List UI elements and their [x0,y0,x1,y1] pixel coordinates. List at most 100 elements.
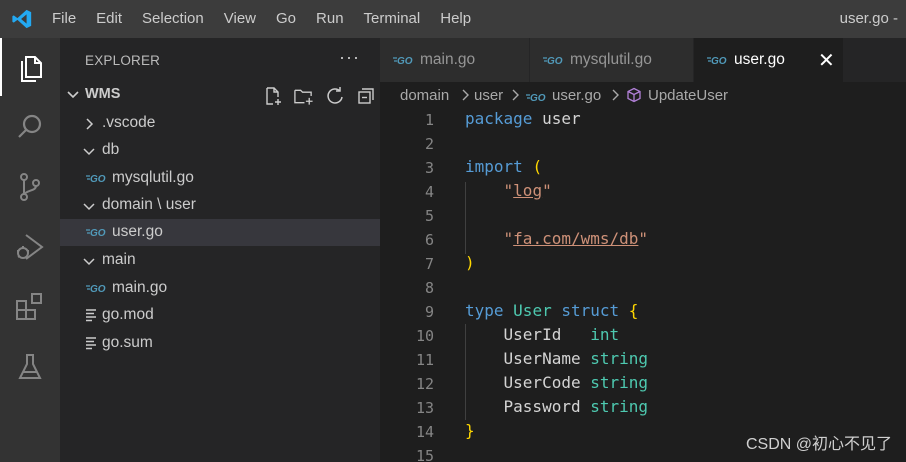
breadcrumb-updateuser[interactable]: UpdateUser [648,87,728,104]
window-title: user.go - [839,10,898,27]
tree-item-go-mod[interactable]: go.mod [60,302,380,329]
vscode-logo-icon [0,0,44,38]
code-text: import ( [465,157,543,176]
tree-item-vscode[interactable]: .vscode [60,110,380,137]
code-line: 8 [380,276,906,300]
tree-item-main-go[interactable]: GO main.go [60,275,380,302]
folder-actions [262,85,376,106]
more-actions-button[interactable]: ··· [339,47,360,68]
tab-main-go[interactable]: GO main.go [380,38,530,82]
line-number: 7 [424,255,434,273]
line-number: 14 [415,423,434,441]
files-icon[interactable] [0,38,60,96]
code-line: 10 UserId int [380,324,906,348]
tree-item-mysqlutil-go[interactable]: GO mysqlutil.go [60,165,380,192]
code-text: ) [465,253,475,272]
breadcrumb-user[interactable]: user [474,87,503,104]
extensions-icon[interactable] [0,278,60,336]
tree-item-label: main [102,251,136,268]
code-line: 7 ) [380,252,906,276]
code-line: 5 [380,204,906,228]
tab-user-go[interactable]: GO user.go ✕ [694,38,844,82]
text-file-icon [85,336,97,355]
svg-text:GO: GO [547,56,563,66]
line-number: 10 [415,327,434,345]
workspace-folder-header[interactable]: WMS [60,82,380,108]
code-editor[interactable]: 1 package user 2 3 import ( 4 "log" 5 6 … [380,108,906,462]
new-file-icon[interactable] [262,85,283,106]
code-line: 9 type User struct { [380,300,906,324]
breadcrumb-user-go[interactable]: user.go [552,87,601,104]
line-number: 4 [424,183,434,201]
menu-help[interactable]: Help [430,0,481,38]
chevron-down-icon [65,86,81,107]
tree-item-label: mysqlutil.go [112,169,194,186]
code-text: package user [465,109,581,128]
menu-run[interactable]: Run [306,0,354,38]
go-file-icon: GO [707,53,729,71]
code-line: 4 "log" [380,180,906,204]
tree-item-user-go[interactable]: GO user.go [60,219,380,246]
svg-text:GO: GO [90,284,106,294]
menu-terminal[interactable]: Terminal [354,0,431,38]
tree-item-label: go.sum [102,334,153,351]
go-file-icon: GO [526,90,548,107]
menu-go[interactable]: Go [266,0,306,38]
svg-text:GO: GO [711,56,727,66]
tab-label: mysqlutil.go [570,51,652,68]
collapse-all-icon[interactable] [355,85,376,106]
line-number: 6 [424,231,434,249]
tab-label: main.go [420,51,476,68]
tree-item-label: main.go [112,279,168,296]
chevron-right-icon [510,88,520,106]
chevron-right-icon [82,117,96,136]
tree-item-domain-user[interactable]: domain \ user [60,192,380,219]
go-file-icon: GO [543,53,565,71]
code-text: } [465,421,475,440]
menu-edit[interactable]: Edit [86,0,132,38]
tree-item-label: go.mod [102,306,154,323]
code-line: 3 import ( [380,156,906,180]
explorer-title: EXPLORER [85,52,161,68]
run-debug-icon[interactable] [0,218,60,276]
tree-item-label: db [102,141,120,158]
tree-item-db[interactable]: db [60,137,380,164]
testing-icon[interactable] [0,338,60,396]
code-line: 2 [380,132,906,156]
line-number: 1 [424,111,434,129]
tab-label: user.go [734,51,785,68]
refresh-icon[interactable] [324,85,345,106]
tab-mysqlutil-go[interactable]: GO mysqlutil.go [530,38,694,82]
line-number: 15 [415,447,434,462]
line-number: 5 [424,207,434,225]
code-line: 13 Password string [380,396,906,420]
chevron-right-icon [610,88,620,106]
tree-item-main[interactable]: main [60,247,380,274]
new-folder-icon[interactable] [293,85,314,106]
menu-file[interactable]: File [44,0,86,38]
line-number: 2 [424,135,434,153]
go-file-icon: GO [86,171,108,189]
svg-text:GO: GO [530,93,546,103]
tree-item-label: .vscode [102,114,156,131]
code-line: 6 "fa.com/wms/db" [380,228,906,252]
tree-item-label: user.go [112,223,163,240]
code-text: type User struct { [465,301,639,320]
source-control-icon[interactable] [0,158,60,216]
chevron-right-icon [460,88,470,106]
code-line: 12 UserCode string [380,372,906,396]
menu-view[interactable]: View [214,0,266,38]
search-icon[interactable] [0,98,60,156]
breadcrumb-domain[interactable]: domain [400,87,449,104]
tree-item-go-sum[interactable]: go.sum [60,330,380,357]
menu-selection[interactable]: Selection [132,0,214,38]
go-file-icon: GO [86,281,108,299]
code-text: UserName string [503,349,649,368]
code-text: Password string [503,397,649,416]
chevron-down-icon [82,199,96,218]
line-number: 12 [415,375,434,393]
method-cube-icon [626,87,642,107]
text-file-icon [85,308,97,327]
chevron-down-icon [82,144,96,163]
close-tab-button[interactable]: ✕ [818,48,835,73]
